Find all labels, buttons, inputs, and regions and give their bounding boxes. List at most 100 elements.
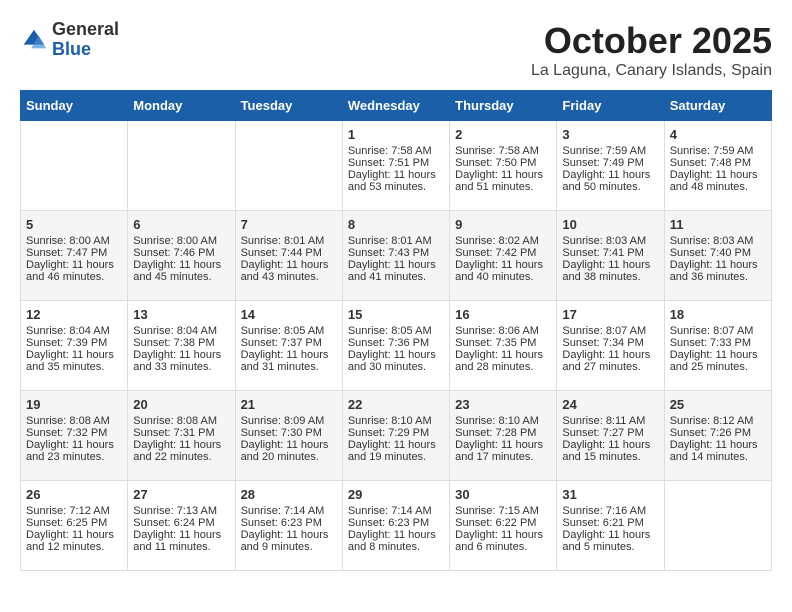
day-number: 8 [348, 217, 444, 232]
sunrise: Sunrise: 8:00 AM [26, 235, 110, 247]
sunrise: Sunrise: 8:03 AM [670, 235, 754, 247]
logo-general: General [52, 20, 119, 40]
day-number: 27 [133, 487, 229, 502]
sunset: Sunset: 7:28 PM [455, 427, 536, 439]
daylight: Daylight: 11 hours and 22 minutes. [133, 439, 221, 463]
calendar-cell: 4Sunrise: 7:59 AMSunset: 7:48 PMDaylight… [664, 121, 771, 211]
sunrise: Sunrise: 7:13 AM [133, 505, 217, 517]
sunset: Sunset: 7:50 PM [455, 157, 536, 169]
daylight: Daylight: 11 hours and 9 minutes. [241, 529, 329, 553]
day-number: 21 [241, 397, 337, 412]
calendar-cell: 22Sunrise: 8:10 AMSunset: 7:29 PMDayligh… [342, 391, 449, 481]
sunset: Sunset: 7:44 PM [241, 247, 322, 259]
sunset: Sunset: 7:34 PM [562, 337, 643, 349]
calendar-cell: 31Sunrise: 7:16 AMSunset: 6:21 PMDayligh… [557, 481, 664, 571]
day-number: 16 [455, 307, 551, 322]
title-section: October 2025 La Laguna, Canary Islands, … [531, 20, 772, 80]
sunrise: Sunrise: 8:08 AM [133, 415, 217, 427]
day-number: 24 [562, 397, 658, 412]
day-number: 9 [455, 217, 551, 232]
sunset: Sunset: 6:23 PM [348, 517, 429, 529]
daylight: Daylight: 11 hours and 15 minutes. [562, 439, 650, 463]
sunrise: Sunrise: 8:08 AM [26, 415, 110, 427]
sunrise: Sunrise: 8:02 AM [455, 235, 539, 247]
header-row: SundayMondayTuesdayWednesdayThursdayFrid… [21, 91, 772, 121]
logo: General Blue [20, 20, 119, 60]
calendar-cell [21, 121, 128, 211]
sunset: Sunset: 7:37 PM [241, 337, 322, 349]
calendar-cell: 12Sunrise: 8:04 AMSunset: 7:39 PMDayligh… [21, 301, 128, 391]
calendar-cell: 17Sunrise: 8:07 AMSunset: 7:34 PMDayligh… [557, 301, 664, 391]
calendar-cell: 23Sunrise: 8:10 AMSunset: 7:28 PMDayligh… [450, 391, 557, 481]
calendar-table: SundayMondayTuesdayWednesdayThursdayFrid… [20, 90, 772, 571]
calendar-cell: 9Sunrise: 8:02 AMSunset: 7:42 PMDaylight… [450, 211, 557, 301]
day-number: 14 [241, 307, 337, 322]
sunset: Sunset: 7:41 PM [562, 247, 643, 259]
sunset: Sunset: 7:46 PM [133, 247, 214, 259]
daylight: Daylight: 11 hours and 20 minutes. [241, 439, 329, 463]
sunset: Sunset: 7:27 PM [562, 427, 643, 439]
header-tuesday: Tuesday [235, 91, 342, 121]
header-sunday: Sunday [21, 91, 128, 121]
calendar-cell: 1 Sunrise: 7:58 AMSunset: 7:51 PMDaylight… [342, 121, 449, 211]
sunset: Sunset: 7:42 PM [455, 247, 536, 259]
sunset: Sunset: 7:30 PM [241, 427, 322, 439]
sunrise: Sunrise: 8:11 AM [562, 415, 645, 427]
sunset: Sunset: 7:38 PM [133, 337, 214, 349]
header-wednesday: Wednesday [342, 91, 449, 121]
day-number: 28 [241, 487, 337, 502]
sunrise: Sunrise: 7:15 AM [455, 505, 539, 517]
day-number: 2 [455, 127, 551, 142]
calendar-cell: 21 Sunrise: 8:09 AMSunset: 7:30 PMDayligh… [235, 391, 342, 481]
sunrise: Sunrise: 8:06 AM [455, 325, 539, 337]
sunset: Sunset: 7:32 PM [26, 427, 107, 439]
day-number: 19 [26, 397, 122, 412]
sunset: Sunset: 6:23 PM [241, 517, 322, 529]
sunset: Sunset: 7:43 PM [348, 247, 429, 259]
daylight: Daylight: 11 hours and 35 minutes. [26, 349, 114, 373]
sunset: Sunset: 7:35 PM [455, 337, 536, 349]
sunrise: Sunrise: 8:10 AM [455, 415, 539, 427]
daylight: Daylight: 11 hours and 46 minutes. [26, 259, 114, 283]
day-number: 30 [455, 487, 551, 502]
day-number: 26 [26, 487, 122, 502]
calendar-cell: 24 Sunrise: 8:11 AMSunset: 7:27 PMDayligh… [557, 391, 664, 481]
day-number: 29 [348, 487, 444, 502]
sunrise: Sunrise: 8:01 AM [348, 235, 432, 247]
calendar-cell: 3Sunrise: 7:59 AMSunset: 7:49 PMDaylight… [557, 121, 664, 211]
daylight: Daylight: 11 hours and 27 minutes. [562, 349, 650, 373]
daylight: Daylight: 11 hours and 48 minutes. [670, 169, 758, 193]
sunrise: Sunrise: 8:09 AM [241, 415, 325, 427]
week-row-0: 1Sunrise: 7:58 AMSunset: 7:51 PMDaylight… [21, 121, 772, 211]
sunset: Sunset: 7:31 PM [133, 427, 214, 439]
daylight: Daylight: 11 hours and 53 minutes. [348, 169, 436, 193]
logo-icon [20, 26, 48, 54]
day-number: 23 [455, 397, 551, 412]
sunrise: Sunrise: 8:05 AM [241, 325, 325, 337]
day-number: 7 [241, 217, 337, 232]
sunset: Sunset: 7:51 PM [348, 157, 429, 169]
day-number: 5 [26, 217, 122, 232]
day-number: 17 [562, 307, 658, 322]
sunset: Sunset: 7:36 PM [348, 337, 429, 349]
sunrise: Sunrise: 7:58 AM [348, 145, 432, 157]
sunset: Sunset: 6:25 PM [26, 517, 107, 529]
sunset: Sunset: 7:49 PM [562, 157, 643, 169]
day-number: 6 [133, 217, 229, 232]
sunrise: Sunrise: 8:05 AM [348, 325, 432, 337]
sunrise: Sunrise: 8:12 AM [670, 415, 754, 427]
day-number: 1 [348, 127, 444, 142]
sunset: Sunset: 7:47 PM [26, 247, 107, 259]
calendar-cell: 25Sunrise: 8:12 AMSunset: 7:26 PMDayligh… [664, 391, 771, 481]
calendar-cell: 5 Sunrise: 8:00 AMSunset: 7:47 PMDaylight… [21, 211, 128, 301]
calendar-cell: 2Sunrise: 7:58 AMSunset: 7:50 PMDaylight… [450, 121, 557, 211]
sunset: Sunset: 6:24 PM [133, 517, 214, 529]
sunrise: Sunrise: 8:04 AM [133, 325, 217, 337]
daylight: Daylight: 11 hours and 38 minutes. [562, 259, 650, 283]
sunset: Sunset: 6:22 PM [455, 517, 536, 529]
header-friday: Friday [557, 91, 664, 121]
day-number: 31 [562, 487, 658, 502]
day-number: 13 [133, 307, 229, 322]
sunrise: Sunrise: 8:07 AM [670, 325, 754, 337]
daylight: Daylight: 11 hours and 11 minutes. [133, 529, 221, 553]
